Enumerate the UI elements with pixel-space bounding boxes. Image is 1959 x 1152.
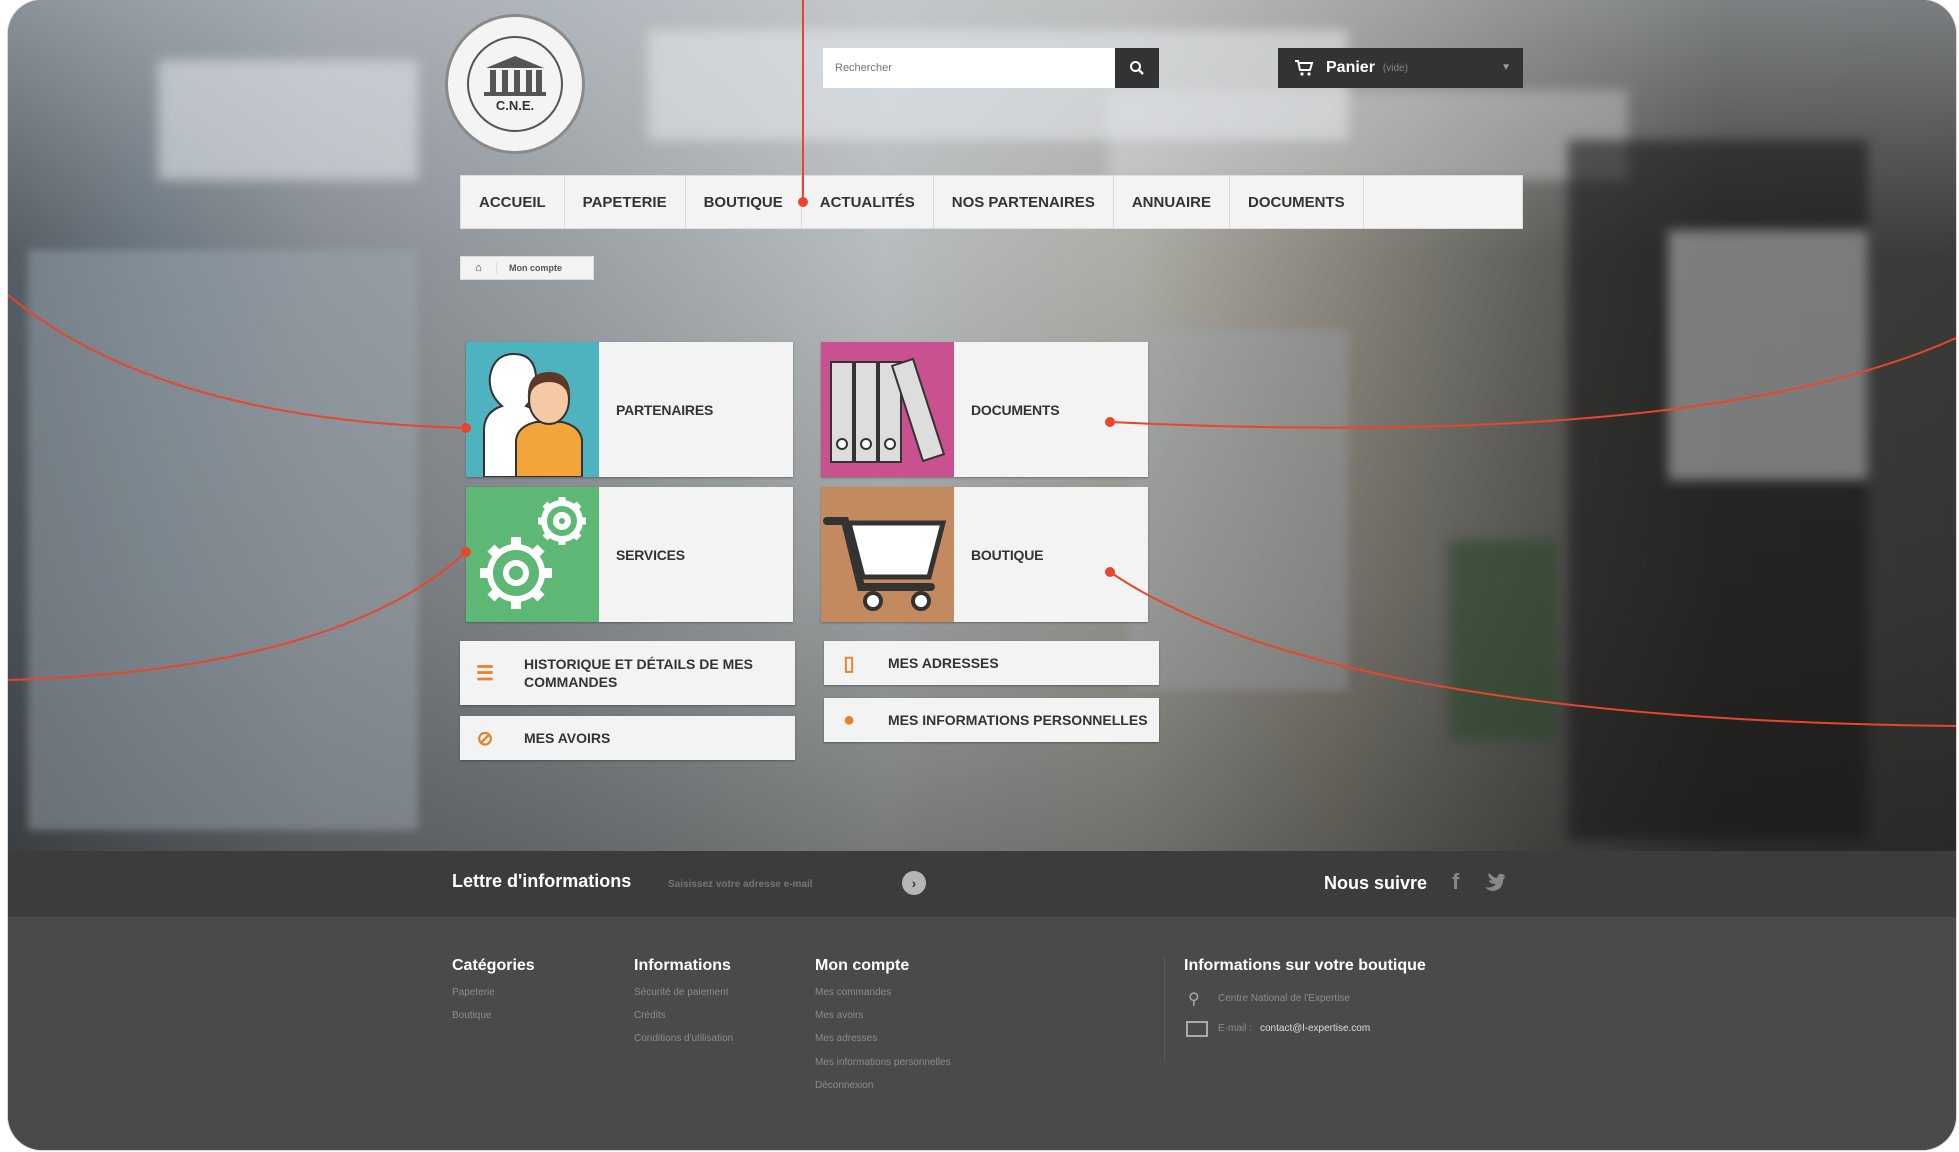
callout-dot-nav	[798, 197, 808, 207]
callout-dot-services	[461, 547, 471, 557]
callout-line-boutique	[1109, 571, 1956, 727]
callout-lines	[8, 0, 1956, 727]
callout-dot-partenaires	[461, 423, 471, 433]
callout-line-documents	[1109, 337, 1956, 429]
callout-dot-boutique	[1105, 567, 1115, 577]
callout-dot-documents	[1105, 417, 1115, 427]
callout-line-services	[8, 551, 467, 681]
page-frame: C.N.E. Panier (vide) ▼ ACCUEIL PAPETERIE…	[8, 0, 1956, 1150]
callout-line-partenaires	[8, 294, 467, 429]
